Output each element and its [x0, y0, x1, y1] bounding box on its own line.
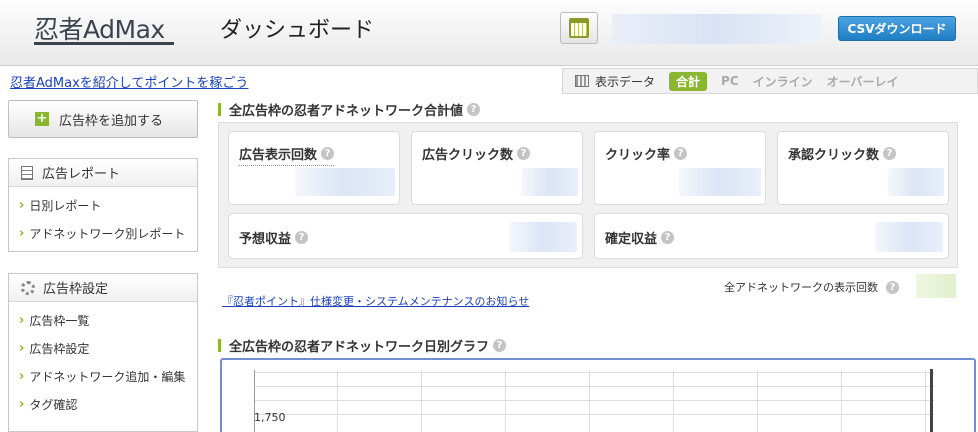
stat-card-approved-clicks: 承認クリック数 ? — [777, 131, 949, 205]
grid-line — [925, 370, 926, 432]
graph-scrollbar[interactable] — [930, 369, 933, 432]
sidebar-item-slot-list[interactable]: 広告枠一覧 — [9, 306, 197, 334]
chart-icon — [575, 75, 589, 87]
stat-label-approved-clicks: 承認クリック数 ? — [788, 144, 897, 163]
csv-download-button[interactable]: CSVダウンロード — [838, 16, 956, 41]
tab-inline[interactable]: インライン — [753, 73, 813, 90]
all-network-impressions-value — [916, 274, 956, 298]
help-icon[interactable]: ? — [295, 231, 309, 244]
grid-line — [255, 386, 934, 387]
plus-icon: + — [35, 111, 49, 126]
help-icon[interactable]: ? — [661, 231, 675, 244]
grid-line — [505, 370, 506, 432]
gear-icon — [21, 280, 35, 295]
page-title: ダッシュボード — [220, 18, 375, 43]
sidebar-settings-header: 広告枠設定 — [9, 274, 197, 302]
help-icon[interactable]: ? — [674, 147, 688, 160]
add-ad-slot-button[interactable]: + 広告枠を追加する — [8, 100, 198, 138]
view-data-label: 表示データ — [595, 74, 656, 89]
grid-line — [841, 370, 842, 432]
summary-title: 全広告枠の忍者アドネットワーク合計値 ? — [218, 100, 481, 119]
grid-line — [757, 370, 758, 432]
calendar-icon — [569, 18, 589, 38]
stats-panel: 広告表示回数 ? 広告クリック数 ? クリック率 ? 承認クリック数 ? 予想収… — [218, 122, 958, 268]
sidebar-item-tag-check[interactable]: タグ確認 — [9, 390, 197, 418]
stat-label-confirmed-revenue: 確定収益 ? — [605, 228, 675, 247]
help-icon[interactable]: ? — [321, 147, 335, 160]
tab-total[interactable]: 合計 — [669, 71, 708, 91]
all-network-impressions-label: 全アドネットワークの表示回数 ? — [724, 279, 899, 295]
stat-label-ctr: クリック率 ? — [605, 144, 688, 163]
stat-card-expected-revenue: 予想収益 ? — [228, 213, 583, 259]
graph-title: 全広告枠の忍者アドネットワーク日別グラフ ? — [218, 336, 507, 355]
stat-label-expected-revenue: 予想収益 ? — [239, 228, 309, 247]
stat-card-impressions: 広告表示回数 ? — [228, 131, 400, 205]
grid-line — [255, 372, 934, 373]
tab-pc[interactable]: PC — [721, 74, 739, 88]
sidebar-item-network-report[interactable]: アドネットワーク別レポート — [9, 219, 197, 247]
help-icon[interactable]: ? — [467, 103, 481, 116]
grid-line — [337, 370, 338, 432]
stat-label-impressions: 広告表示回数 ? — [239, 144, 335, 166]
logo-underline — [34, 42, 174, 45]
stat-card-confirmed-revenue: 確定収益 ? — [594, 213, 949, 259]
stat-label-clicks: 広告クリック数 ? — [422, 144, 531, 163]
help-icon[interactable]: ? — [517, 147, 531, 160]
sidebar-item-daily-report[interactable]: 日別レポート — [9, 191, 197, 219]
stat-value-ctr — [679, 168, 761, 196]
sidebar-settings-box: 広告枠設定 広告枠一覧 広告枠設定 アドネットワーク追加・編集 タグ確認 — [8, 273, 198, 432]
stat-value-impressions — [295, 168, 395, 196]
grid-line — [255, 414, 934, 415]
app-header: 忍者AdMax ダッシュボード CSVダウンロード — [0, 0, 978, 66]
help-icon[interactable]: ? — [883, 147, 897, 160]
help-icon[interactable]: ? — [493, 339, 507, 352]
stat-card-ctr: クリック率 ? — [594, 131, 766, 205]
logo[interactable]: 忍者AdMax — [34, 10, 165, 46]
calendar-button[interactable] — [560, 12, 598, 44]
document-icon — [21, 165, 33, 180]
grid-line — [255, 400, 934, 401]
grid-line — [673, 370, 674, 432]
grid-line — [421, 370, 422, 432]
stat-value-confirmed-revenue — [875, 222, 943, 252]
sidebar-item-network-edit[interactable]: アドネットワーク追加・編集 — [9, 362, 197, 390]
sidebar-settings-title: 広告枠設定 — [43, 282, 109, 297]
graph-grid — [254, 370, 934, 432]
sidebar-report-box: 広告レポート 日別レポート アドネットワーク別レポート — [8, 158, 198, 252]
stat-value-approved-clicks — [888, 168, 944, 196]
sidebar-report-header: 広告レポート — [9, 159, 197, 187]
grid-line — [589, 370, 590, 432]
stat-card-clicks: 広告クリック数 ? — [411, 131, 583, 205]
maintenance-notice-link[interactable]: 『忍者ポイント』仕様変更・システムメンテナンスのお知らせ — [222, 293, 529, 309]
view-data-toggle: 表示データ 合計 PC インライン オーバーレイ — [562, 68, 978, 94]
stat-value-expected-revenue — [509, 222, 577, 252]
date-range-field[interactable] — [612, 14, 822, 44]
sidebar-item-slot-settings[interactable]: 広告枠設定 — [9, 334, 197, 362]
promo-link[interactable]: 忍者AdMaxを紹介してポイントを稼ごう — [10, 72, 248, 91]
add-ad-slot-label: 広告枠を追加する — [59, 113, 164, 129]
help-icon[interactable]: ? — [886, 280, 899, 294]
tab-overlay[interactable]: オーバーレイ — [827, 73, 899, 90]
daily-graph — [220, 358, 976, 432]
y-axis-tick: 1,750 — [254, 411, 286, 424]
sidebar-report-title: 広告レポート — [42, 167, 121, 182]
stat-value-clicks — [522, 168, 578, 196]
